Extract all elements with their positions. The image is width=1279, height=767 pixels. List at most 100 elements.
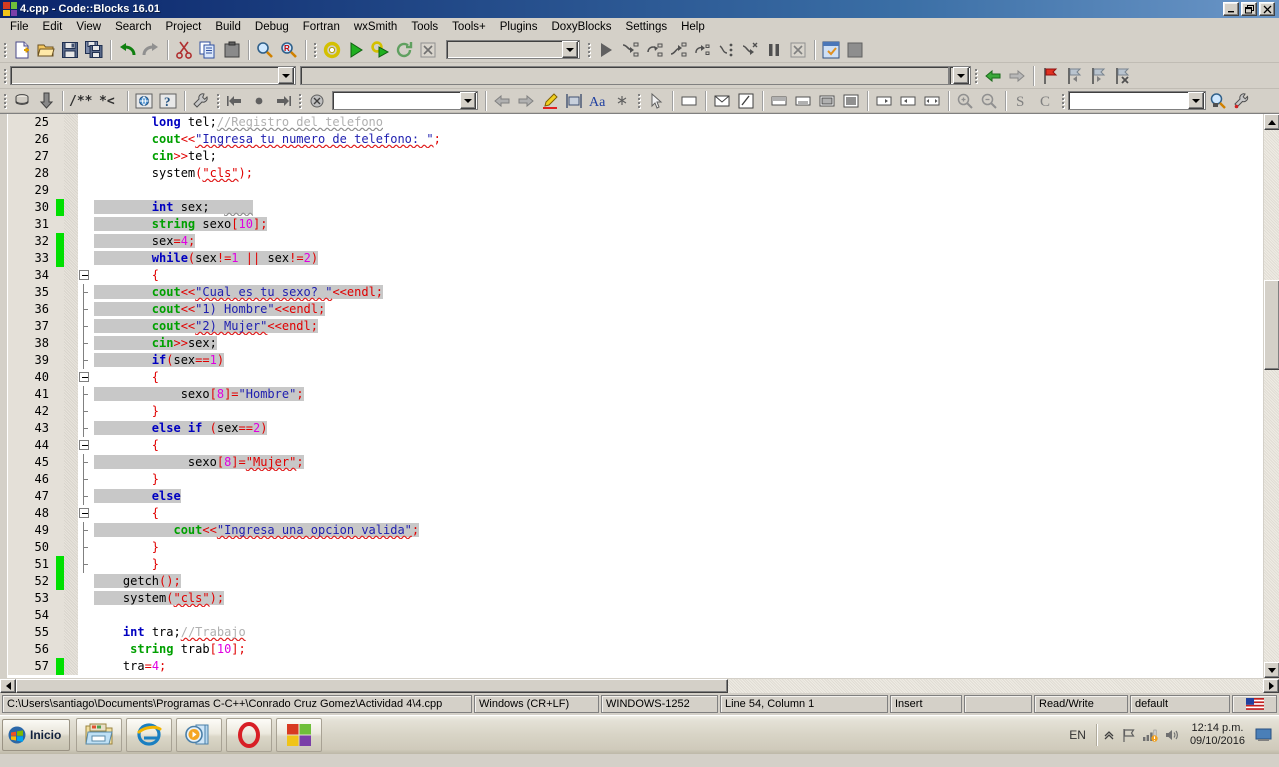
breakpoint-margin[interactable] bbox=[64, 301, 78, 318]
taskbar-item-internet-explorer[interactable] bbox=[126, 718, 173, 752]
breakpoint-margin[interactable] bbox=[64, 403, 78, 420]
toolbar-grip[interactable] bbox=[1, 66, 8, 86]
scroll-left-button[interactable] bbox=[0, 679, 16, 693]
scroll-right-button[interactable] bbox=[1263, 679, 1279, 693]
next-instruction-icon[interactable] bbox=[691, 39, 713, 61]
toolbar-grip[interactable] bbox=[972, 66, 979, 86]
fold-margin[interactable] bbox=[78, 267, 90, 284]
code-text[interactable]: int sex; bbox=[90, 199, 1263, 216]
replace-icon[interactable]: R bbox=[278, 39, 300, 61]
code-line[interactable]: 51 } bbox=[8, 556, 1263, 573]
fold-margin[interactable] bbox=[78, 454, 90, 471]
breakpoint-margin[interactable] bbox=[64, 454, 78, 471]
source-s-icon[interactable]: S bbox=[1011, 90, 1033, 112]
menu-wxsmith[interactable]: wxSmith bbox=[347, 19, 404, 36]
previous-bookmark-icon[interactable] bbox=[1063, 65, 1085, 87]
code-line[interactable]: 36 cout<<"1) Hombre"<<endl; bbox=[8, 301, 1263, 318]
breakpoint-margin[interactable] bbox=[64, 335, 78, 352]
layout-fill-icon[interactable] bbox=[840, 90, 862, 112]
code-text[interactable]: { bbox=[90, 505, 1263, 522]
break-debugger-icon[interactable] bbox=[763, 39, 785, 61]
breakpoint-margin[interactable] bbox=[64, 607, 78, 624]
run-icon[interactable] bbox=[345, 39, 367, 61]
chevron-up-icon[interactable] bbox=[1103, 729, 1115, 741]
code-line[interactable]: 33 while(sex!=1 || sex!=2) bbox=[8, 250, 1263, 267]
fold-margin[interactable] bbox=[78, 556, 90, 573]
zoom-out-icon[interactable] bbox=[978, 90, 1000, 112]
code-text[interactable]: { bbox=[90, 369, 1263, 386]
code-text[interactable]: system("cls"); bbox=[90, 165, 1263, 182]
toolbar-grip[interactable] bbox=[1059, 91, 1066, 111]
fold-margin[interactable] bbox=[78, 182, 90, 199]
cut-icon[interactable] bbox=[173, 39, 195, 61]
breakpoint-margin[interactable] bbox=[64, 641, 78, 658]
fold-margin[interactable] bbox=[78, 284, 90, 301]
code-line[interactable]: 39 if(sex==1) bbox=[8, 352, 1263, 369]
debug-continue-icon[interactable] bbox=[595, 39, 617, 61]
breakpoint-margin[interactable] bbox=[64, 488, 78, 505]
vertical-scroll-thumb[interactable] bbox=[1264, 280, 1279, 370]
undo-icon[interactable] bbox=[116, 39, 138, 61]
symbol-search-combo[interactable] bbox=[1068, 91, 1206, 110]
code-text[interactable]: string sexo[10]; bbox=[90, 216, 1263, 233]
code-text[interactable]: cin>>sex; bbox=[90, 335, 1263, 352]
fold-margin[interactable] bbox=[78, 471, 90, 488]
fold-margin[interactable] bbox=[78, 386, 90, 403]
breakpoint-margin[interactable] bbox=[64, 114, 78, 131]
code-line[interactable]: 48 { bbox=[8, 505, 1263, 522]
menu-settings[interactable]: Settings bbox=[619, 19, 675, 36]
breakpoint-margin[interactable] bbox=[64, 420, 78, 437]
code-line[interactable]: 55 int tra;//Trabajo bbox=[8, 624, 1263, 641]
save-all-icon[interactable] bbox=[83, 39, 105, 61]
fold-margin[interactable] bbox=[78, 148, 90, 165]
toolbar-grip[interactable] bbox=[1, 91, 8, 111]
abort-icon[interactable] bbox=[417, 39, 439, 61]
code-editor[interactable]: 25 long tel;//Registro del telefono 26 co… bbox=[0, 113, 1279, 678]
show-desktop-button[interactable] bbox=[1255, 727, 1273, 743]
taskbar-item-codeblocks[interactable] bbox=[276, 718, 323, 752]
breakpoint-margin[interactable] bbox=[64, 148, 78, 165]
extract-documentation-icon[interactable] bbox=[35, 90, 57, 112]
code-text[interactable]: } bbox=[90, 403, 1263, 420]
code-text[interactable]: if(sex==1) bbox=[90, 352, 1263, 369]
code-line[interactable]: 54 bbox=[8, 607, 1263, 624]
breakpoint-margin[interactable] bbox=[64, 233, 78, 250]
code-line[interactable]: 47 else bbox=[8, 488, 1263, 505]
code-text[interactable]: string trab[10]; bbox=[90, 641, 1263, 658]
code-text[interactable]: sex=4; bbox=[90, 233, 1263, 250]
code-text[interactable]: } bbox=[90, 471, 1263, 488]
breakpoint-margin[interactable] bbox=[64, 352, 78, 369]
code-line[interactable]: 53 system("cls"); bbox=[8, 590, 1263, 607]
wrench-icon[interactable] bbox=[1231, 90, 1253, 112]
build-icon[interactable] bbox=[321, 39, 343, 61]
network-bars-icon[interactable] bbox=[1142, 728, 1158, 742]
fold-collapse-icon[interactable] bbox=[79, 372, 89, 382]
find-icon[interactable] bbox=[254, 39, 276, 61]
chevron-down-icon[interactable] bbox=[1188, 92, 1204, 109]
step-into-instruction-icon[interactable] bbox=[715, 39, 737, 61]
taskbar-item-media-player[interactable] bbox=[176, 718, 223, 752]
breakpoint-margin[interactable] bbox=[64, 284, 78, 301]
menu-project[interactable]: Project bbox=[159, 19, 209, 36]
run-html-icon[interactable] bbox=[133, 90, 155, 112]
tray-language[interactable]: EN bbox=[1065, 728, 1090, 742]
breakpoint-margin[interactable] bbox=[64, 505, 78, 522]
breakpoint-margin[interactable] bbox=[64, 573, 78, 590]
breakpoint-margin[interactable] bbox=[64, 522, 78, 539]
breakpoint-margin[interactable] bbox=[64, 471, 78, 488]
menu-build[interactable]: Build bbox=[208, 19, 248, 36]
code-line[interactable]: 57 tra=4; bbox=[8, 658, 1263, 675]
code-text[interactable]: { bbox=[90, 267, 1263, 284]
breakpoint-margin[interactable] bbox=[64, 437, 78, 454]
fold-margin[interactable] bbox=[78, 641, 90, 658]
scroll-up-button[interactable] bbox=[1264, 114, 1279, 130]
fold-margin[interactable] bbox=[78, 607, 90, 624]
code-line[interactable]: 28 system("cls"); bbox=[8, 165, 1263, 182]
horizontal-scroll-thumb[interactable] bbox=[16, 679, 728, 693]
toolbar-grip[interactable] bbox=[635, 91, 642, 111]
fold-collapse-icon[interactable] bbox=[79, 440, 89, 450]
menu-file[interactable]: File bbox=[3, 19, 36, 36]
chevron-down-icon[interactable] bbox=[278, 67, 294, 84]
menu-plugins[interactable]: Plugins bbox=[493, 19, 545, 36]
speaker-icon[interactable] bbox=[1164, 728, 1180, 742]
